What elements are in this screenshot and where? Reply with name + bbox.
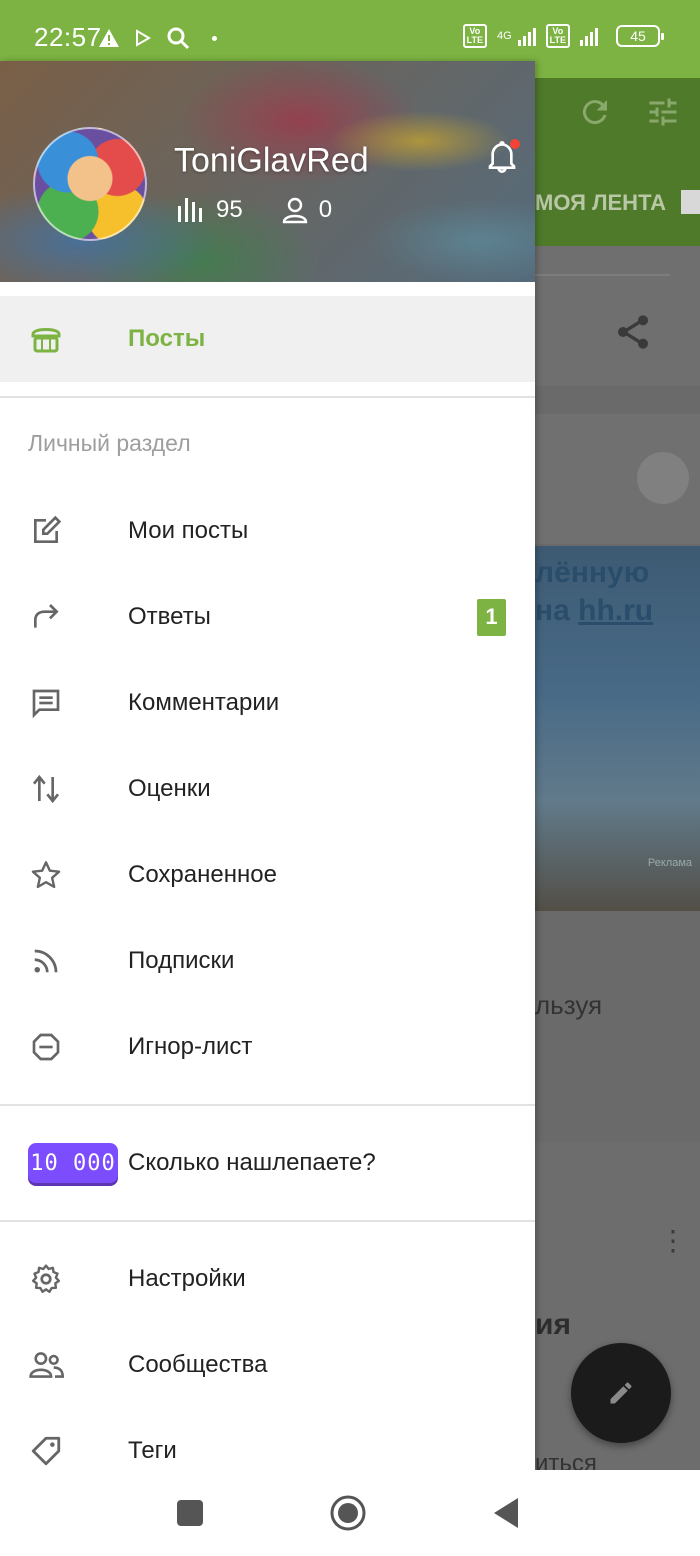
- refresh-icon: [582, 100, 607, 125]
- counter-badge: 10 000: [28, 1143, 118, 1183]
- play-store-icon: [136, 29, 151, 47]
- reply-icon: [28, 599, 64, 635]
- menu-item-comments[interactable]: Комментарии: [0, 660, 535, 746]
- ad-text-line2: на hh.ru: [535, 594, 654, 627]
- more-icon: [637, 452, 689, 504]
- gear-icon: [28, 1261, 64, 1297]
- signal-icon: [517, 26, 536, 46]
- menu-item-my-posts[interactable]: Мои посты: [0, 488, 535, 574]
- menu-item-ratings[interactable]: Оценки: [0, 746, 535, 832]
- menu-item-communities[interactable]: Сообщества: [0, 1322, 535, 1408]
- background-appbar: МОЯ ЛЕНТА: [535, 78, 700, 246]
- user-icon: [282, 197, 307, 224]
- battery-icon: 45: [616, 25, 664, 47]
- bell-badge-dot: [510, 139, 520, 149]
- kebab-menu-icon: ⋮: [659, 1225, 687, 1256]
- background-text-1: льзуя: [535, 990, 603, 1020]
- avatar[interactable]: [33, 127, 147, 241]
- comment-icon: [28, 685, 64, 721]
- share-icon: [618, 315, 648, 349]
- ad-label: Реклама: [647, 857, 692, 869]
- tab-my-feed: МОЯ ЛЕНТА: [535, 190, 667, 215]
- back-button[interactable]: [492, 1496, 520, 1530]
- recent-apps-button[interactable]: [176, 1499, 204, 1527]
- menu-item-label: Комментарии: [128, 689, 280, 716]
- status-time: 22:57: [34, 22, 102, 52]
- menu-item-label: Теги: [128, 1437, 177, 1464]
- menu-item-subscriptions[interactable]: Подписки: [0, 918, 535, 1004]
- menu-item-label: Сохраненное: [128, 861, 277, 888]
- menu-item-label: Оценки: [128, 775, 211, 802]
- menu-item-tags[interactable]: Теги: [0, 1408, 535, 1470]
- rss-icon: [28, 943, 64, 979]
- subscribers-value: 0: [318, 196, 333, 223]
- notification-dot-icon: [212, 35, 217, 41]
- menu-item-label: Ответы: [128, 603, 211, 630]
- replies-badge: 1: [477, 598, 506, 636]
- search-icon: [167, 27, 190, 50]
- home-button[interactable]: [329, 1494, 367, 1532]
- menu-item-label: Мои посты: [128, 517, 249, 544]
- section-personal-title: Личный раздел: [28, 429, 191, 456]
- people-icon: [28, 1347, 64, 1383]
- notifications-button[interactable]: [486, 139, 520, 180]
- menu-item-saved[interactable]: Сохраненное: [0, 832, 535, 918]
- navigation-drawer: ToniGlavRed 95 0 Посты Личный раздел Мои…: [0, 61, 535, 1470]
- menu-item-replies[interactable]: Ответы 1: [0, 574, 535, 660]
- background-text-3: иться: [535, 1450, 597, 1470]
- block-icon: [28, 1029, 64, 1065]
- volte-icon: Vo LTE: [462, 24, 487, 48]
- rating-value: 95: [216, 196, 243, 223]
- drawer-menu: Посты Личный раздел Мои посты Ответы 1 К…: [0, 282, 535, 1470]
- posts-icon: [28, 321, 64, 357]
- menu-item-label: Подписки: [128, 947, 235, 974]
- menu-item-label: Посты: [128, 325, 206, 352]
- background-app: МОЯ ЛЕНТА лённую на hh.ru Реклама льзуя …: [535, 78, 700, 1470]
- menu-item-posts[interactable]: Посты: [0, 296, 535, 382]
- tag-icon: [28, 1433, 64, 1469]
- pencil-icon: [610, 1382, 632, 1404]
- volte-icon-2: Vo LTE: [545, 24, 570, 48]
- network-type: 4G: [496, 29, 512, 42]
- username[interactable]: ToniGlavRed: [174, 142, 369, 181]
- rating-bars-icon: [178, 198, 202, 222]
- system-navigation-bar: [0, 1470, 700, 1556]
- signal-icon-2: [580, 26, 598, 46]
- drawer-header: ToniGlavRed 95 0: [0, 61, 535, 282]
- tab-badge: [681, 190, 700, 214]
- share-bar: [535, 246, 700, 386]
- create-post-button[interactable]: [571, 1343, 671, 1443]
- warning-icon: [99, 29, 119, 47]
- menu-item-label: Сколько нашлепаете?: [128, 1149, 376, 1176]
- ad-text-line1: лённую: [535, 556, 650, 589]
- subscribers-group[interactable]: 0: [281, 196, 332, 224]
- ad-banner: лённую на hh.ru Реклама: [535, 546, 700, 911]
- menu-item-counter-game[interactable]: 10 000 Сколько нашлепаете?: [0, 1106, 535, 1220]
- menu-item-settings[interactable]: Настройки: [0, 1236, 535, 1322]
- rating-group[interactable]: 95: [176, 196, 243, 224]
- user-stats: 95 0: [176, 196, 358, 224]
- menu-item-label: Сообщества: [128, 1351, 268, 1378]
- star-icon: [28, 857, 64, 893]
- background-text-2: ия: [535, 1308, 571, 1341]
- edit-icon: [28, 513, 64, 549]
- sort-arrows-icon: [28, 771, 64, 807]
- menu-item-ignore-list[interactable]: Игнор-лист: [0, 1004, 535, 1090]
- menu-item-label: Настройки: [128, 1265, 246, 1292]
- menu-item-label: Игнор-лист: [128, 1033, 253, 1060]
- filter-icon: [649, 98, 677, 126]
